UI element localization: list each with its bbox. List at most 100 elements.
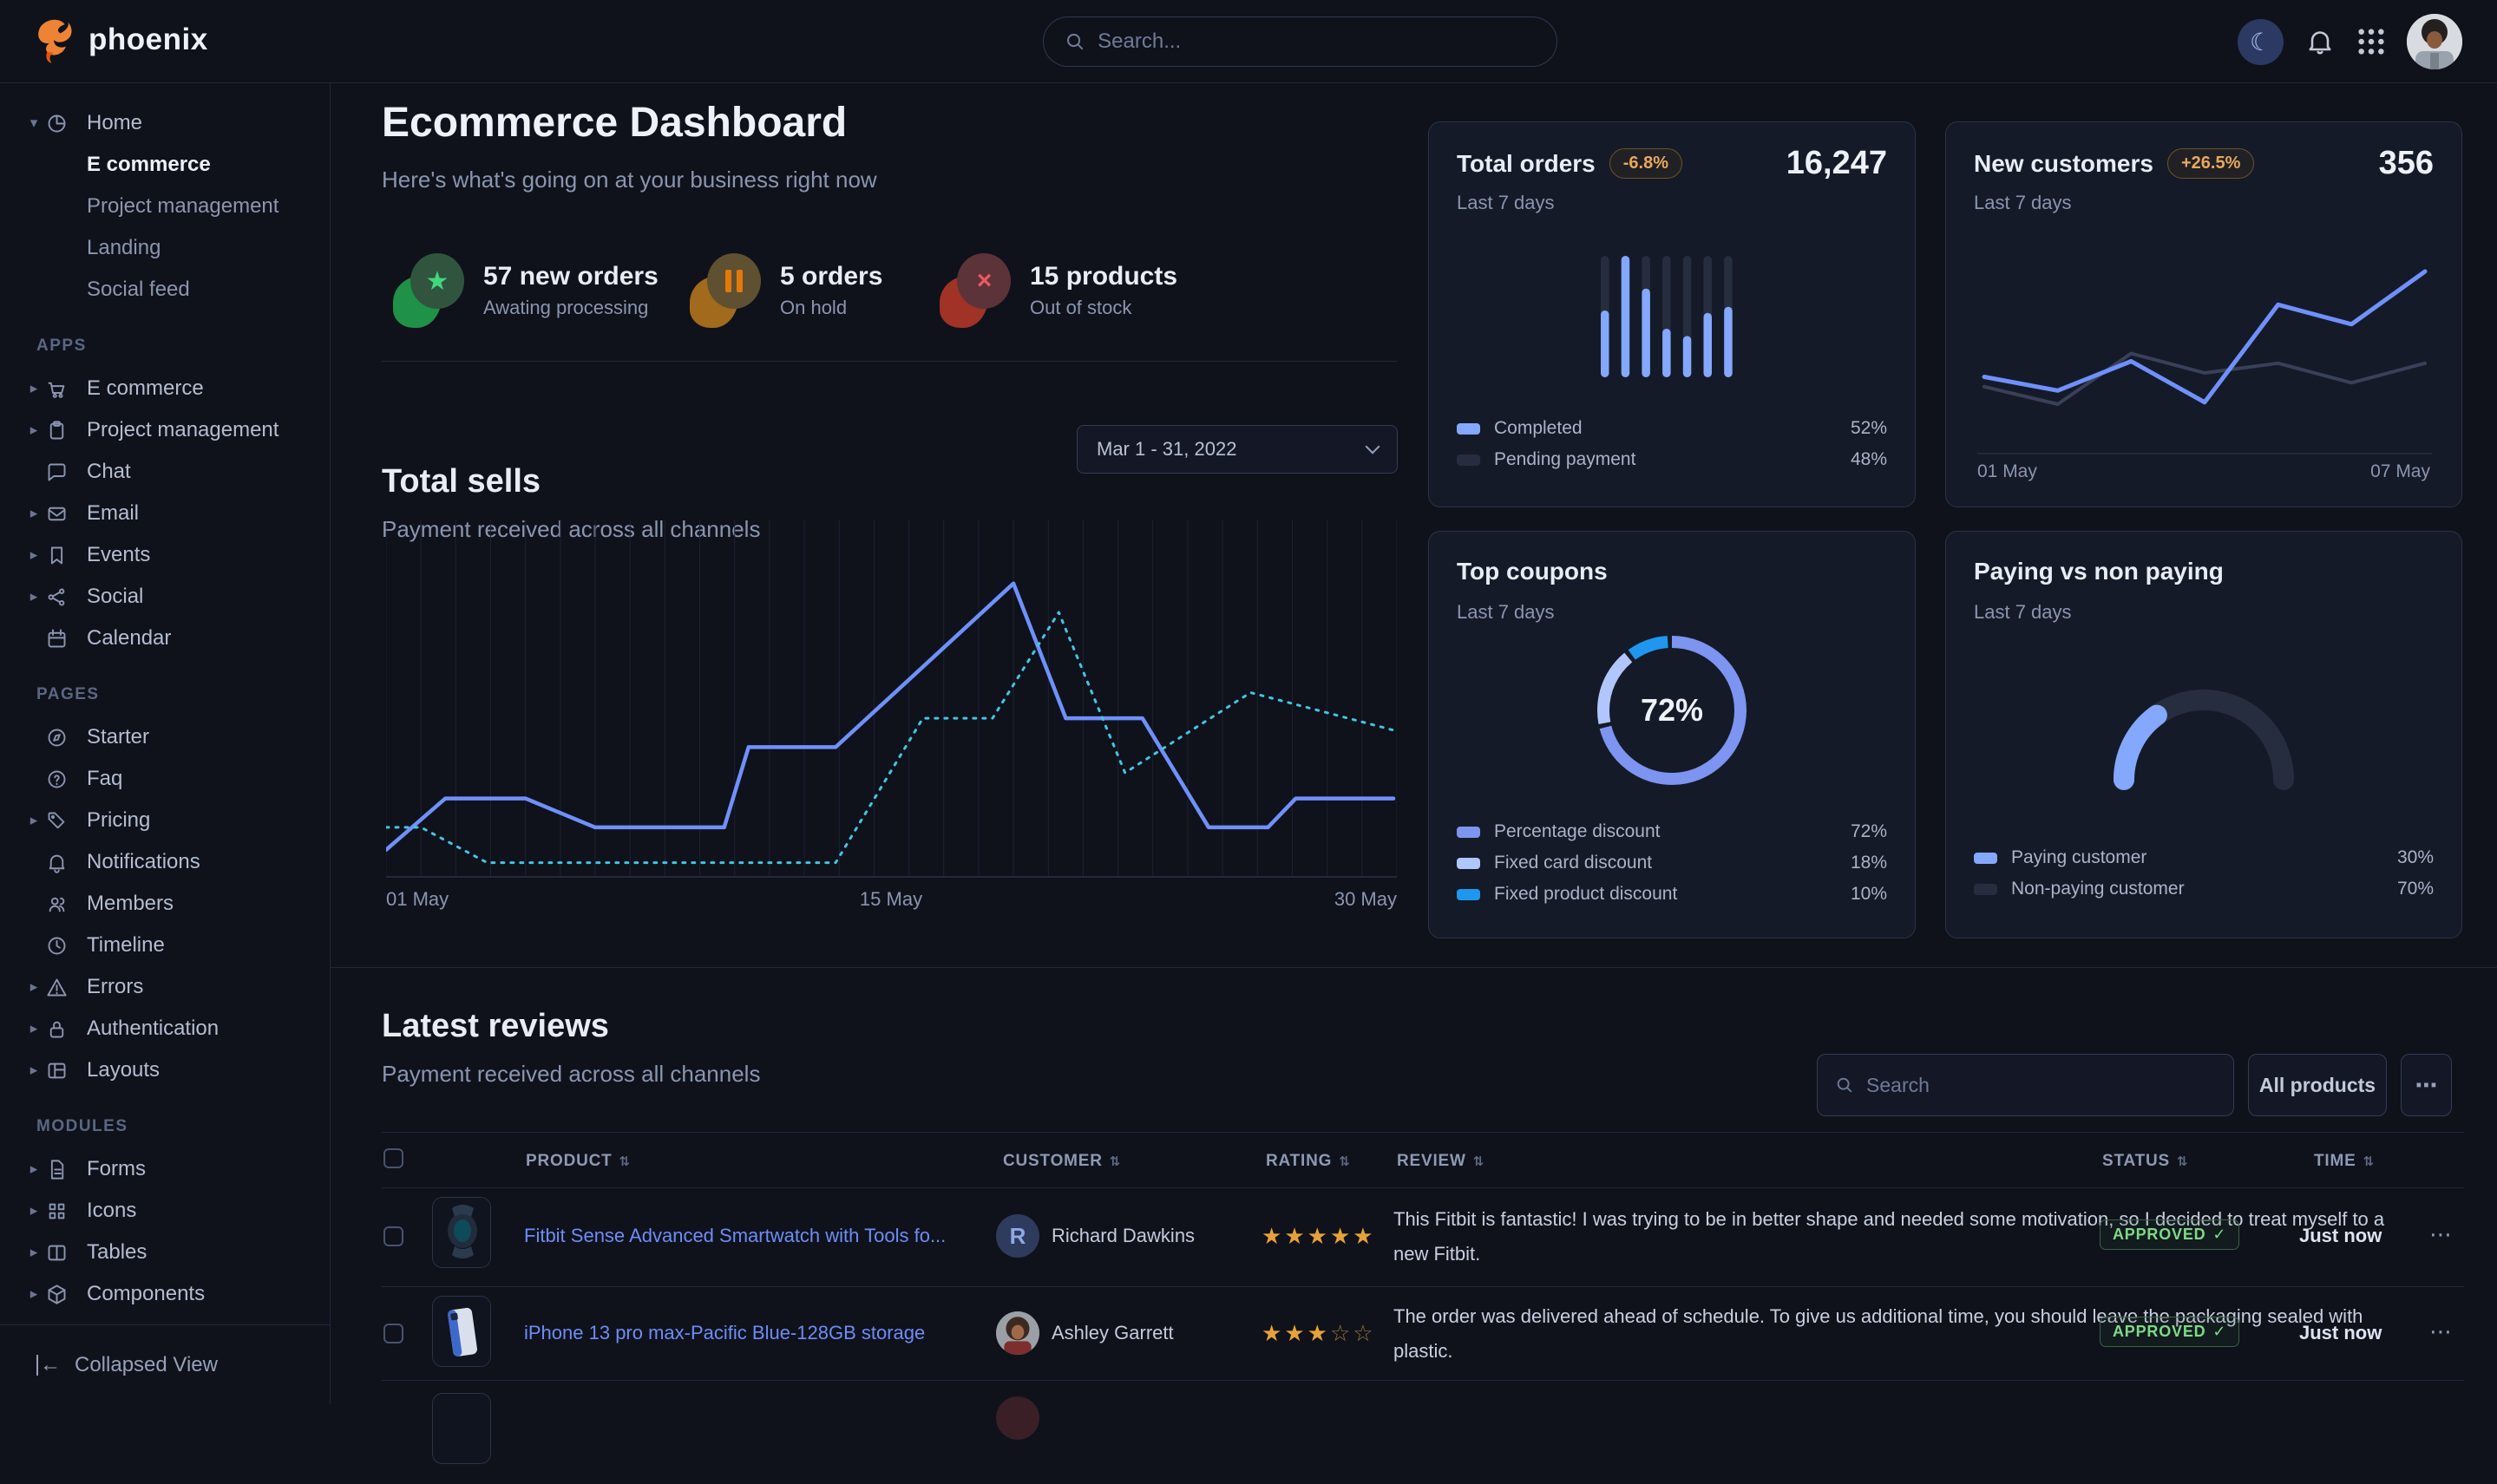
sidebar-item-landing[interactable]: Landing [0, 227, 330, 269]
sidebar-item-home[interactable]: ▾Home [0, 102, 330, 144]
sidebar-section-label-apps: APPS [0, 337, 330, 356]
lock-icon [45, 1017, 78, 1041]
sidebar-item-icons[interactable]: ▸Icons [0, 1190, 330, 1232]
paying-card: Paying vs non paying Last 7 days Paying … [1945, 531, 2462, 938]
more-options-button[interactable]: ⋯ [2401, 1054, 2452, 1116]
date-range-select[interactable]: Mar 1 - 31, 2022 [1077, 425, 1398, 474]
row-checkbox[interactable] [383, 1226, 403, 1246]
sidebar-item-label: Chat [87, 460, 131, 484]
stat-value: 15 products [1030, 262, 1177, 291]
brand[interactable]: phoenix [31, 16, 208, 64]
legend-label: Paying customer [2011, 847, 2146, 868]
product-thumbnail[interactable] [432, 1197, 491, 1268]
customer-avatar [996, 1311, 1039, 1355]
sort-icon: ⇅ [1110, 1154, 1121, 1169]
card-period: Last 7 days [1457, 192, 1555, 214]
sidebar-item-starter[interactable]: Starter [0, 716, 330, 758]
axis-label-start: 01 May [386, 888, 449, 911]
pie-chart-icon [45, 112, 78, 135]
apps-grid-button[interactable] [2356, 27, 2386, 56]
sidebar-item-e-commerce[interactable]: E commerce [0, 144, 330, 186]
global-search-input[interactable] [1098, 29, 1536, 54]
orders-legend: Completed 52% Pending payment 48% [1457, 413, 1887, 475]
sidebar-item-tables[interactable]: ▸ Tables [0, 1232, 330, 1273]
card-title: New customers [1974, 150, 2153, 178]
sidebar-item-pricing[interactable]: ▸Pricing [0, 800, 330, 841]
sidebar-item-chat[interactable]: Chat [0, 451, 330, 493]
question-icon [45, 768, 78, 791]
product-thumbnail[interactable] [432, 1393, 491, 1464]
star-filled-icon: ★ [1262, 1320, 1284, 1346]
product-link[interactable]: iPhone 13 pro max-Pacific Blue-128GB sto… [524, 1322, 925, 1344]
sidebar-item-email[interactable]: ▸Email [0, 493, 330, 534]
sidebar-item-calendar[interactable]: Calendar [0, 618, 330, 659]
column-customer[interactable]: CUSTOMER⇅ [1003, 1152, 1121, 1171]
legend-value: 72% [1851, 821, 1887, 842]
select-all-checkbox[interactable] [383, 1148, 403, 1168]
caret-right-icon: ▸ [23, 1285, 45, 1303]
star-filled-icon: ★ [1284, 1320, 1307, 1346]
envelope-icon [45, 502, 78, 526]
legend-swatch [1457, 889, 1480, 900]
sidebar-item-authentication[interactable]: ▸Authentication [0, 1008, 330, 1049]
collapsed-view-toggle[interactable]: ← Collapsed View [0, 1324, 330, 1404]
sidebar-item-forms[interactable]: ▸Forms [0, 1148, 330, 1190]
row-actions-icon[interactable]: ⋯ [2429, 1221, 2452, 1248]
sidebar-item-social-feed[interactable]: Social feed [0, 269, 330, 311]
sidebar-item-components[interactable]: ▸Components [0, 1273, 330, 1315]
global-search[interactable] [1043, 16, 1557, 67]
caret-right-icon: ▸ [23, 1202, 45, 1219]
sidebar-item-members[interactable]: Members [0, 883, 330, 925]
sidebar-item-layouts[interactable]: ▸Layouts [0, 1049, 330, 1091]
sidebar-item-project-management[interactable]: Project management [0, 186, 330, 227]
sidebar-item-label: Tables [87, 1240, 147, 1265]
layout-icon [45, 1059, 78, 1082]
review-time: Just now [2299, 1225, 2382, 1247]
legend-swatch [1457, 423, 1480, 435]
brand-name: phoenix [88, 23, 208, 57]
theme-toggle-button[interactable]: ☾ [2238, 19, 2284, 65]
customer-avatar: R [996, 1214, 1039, 1258]
legend-swatch [1974, 884, 1997, 895]
column-review[interactable]: REVIEW⇅ [1397, 1152, 1484, 1171]
column-product[interactable]: PRODUCT⇅ [526, 1152, 631, 1171]
caret-right-icon: ▸ [23, 1244, 45, 1261]
sidebar-item-timeline[interactable]: Timeline [0, 925, 330, 966]
sidebar-item-events[interactable]: ▸Events [0, 534, 330, 576]
reviews-search[interactable] [1817, 1054, 2234, 1116]
card-period: Last 7 days [1974, 601, 2072, 624]
column-status[interactable]: STATUS⇅ [2102, 1152, 2188, 1171]
row-checkbox[interactable] [383, 1324, 403, 1343]
sidebar-item-project-management[interactable]: ▸Project management [0, 409, 330, 451]
star-filled-icon: ★ [1353, 1223, 1375, 1249]
card-period: Last 7 days [1457, 601, 1555, 624]
caret-right-icon: ▸ [23, 978, 45, 996]
sidebar-item-notifications[interactable]: Notifications [0, 841, 330, 883]
sidebar-item-faq[interactable]: Faq [0, 758, 330, 800]
iphone-image [433, 1297, 490, 1366]
reviews-table-header: PRODUCT⇅ CUSTOMER⇅ RATING⇅ REVIEW⇅ STATU… [382, 1132, 2464, 1187]
product-link[interactable]: Fitbit Sense Advanced Smartwatch with To… [524, 1225, 946, 1247]
sidebar-item-label: Calendar [87, 626, 171, 650]
caret-down-icon: ▾ [23, 114, 45, 132]
all-products-button[interactable]: All products [2248, 1054, 2387, 1116]
row-actions-icon[interactable]: ⋯ [2429, 1318, 2452, 1345]
column-rating[interactable]: RATING⇅ [1266, 1152, 1351, 1171]
caret-right-icon: ▸ [23, 1062, 45, 1079]
table-row: Fitbit Sense Advanced Smartwatch with To… [382, 1187, 2464, 1283]
product-thumbnail[interactable] [432, 1296, 491, 1367]
sidebar-item-social[interactable]: ▸Social [0, 576, 330, 618]
notifications-button[interactable] [2304, 26, 2336, 57]
star-filled-icon: ★ [1262, 1223, 1284, 1249]
sidebar-item-e-commerce[interactable]: ▸E commerce [0, 368, 330, 409]
table-row-partial [382, 1380, 2464, 1484]
profile-avatar[interactable] [2407, 14, 2462, 69]
reviews-search-input[interactable] [1866, 1074, 2216, 1097]
legend-swatch [1457, 454, 1480, 466]
caret-right-icon: ▸ [23, 588, 45, 605]
sidebar-item-errors[interactable]: ▸Errors [0, 966, 330, 1008]
legend-value: 52% [1851, 418, 1887, 439]
card-title: Total orders [1457, 150, 1596, 178]
column-time[interactable]: TIME⇅ [2314, 1152, 2375, 1171]
sidebar-item-label: Faq [87, 767, 122, 791]
